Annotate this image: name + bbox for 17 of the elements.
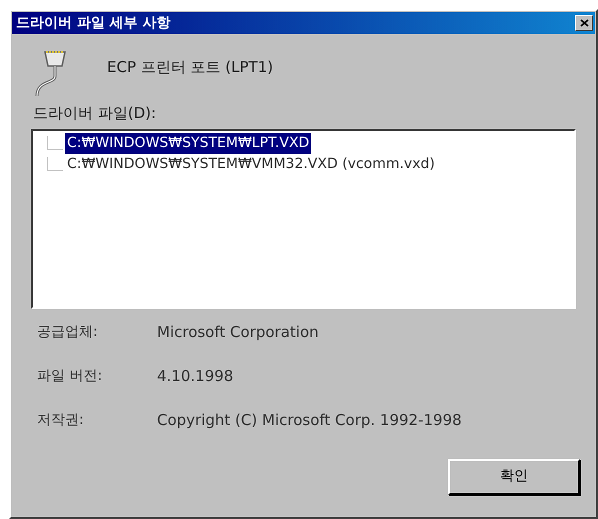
window-title: 드라이버 파일 세부 사항 xyxy=(16,14,171,32)
detail-label: 파일 버전: xyxy=(37,367,104,386)
device-name: ECP 프린터 포트 (LPT1) xyxy=(107,56,274,78)
tree-connector-icon xyxy=(47,157,63,171)
driver-file-list[interactable]: C:₩WINDOWS₩SYSTEM₩LPT.VXD C:₩WINDOWS₩SYSTEM₩VMM32.VXD (vcomm.vxd) xyxy=(31,128,576,308)
close-icon xyxy=(580,19,588,27)
detail-label: 저작권: xyxy=(37,411,85,430)
file-list-item[interactable]: C:₩WINDOWS₩SYSTEM₩VMM32.VXD (vcomm.vxd) xyxy=(65,154,437,174)
detail-value: Microsoft Corporation xyxy=(157,322,319,344)
ok-button[interactable]: 확인 xyxy=(448,458,580,494)
file-list-item[interactable]: C:₩WINDOWS₩SYSTEM₩LPT.VXD xyxy=(65,132,312,154)
tree-connector-icon xyxy=(47,136,63,150)
detail-label: 공급업체: xyxy=(37,323,99,342)
detail-value: Copyright (C) Microsoft Corp. 1992-1998 xyxy=(157,410,462,432)
close-button[interactable] xyxy=(575,15,593,31)
driver-files-label: 드라이버 파일(D): xyxy=(33,103,156,124)
detail-value: 4.10.1998 xyxy=(157,366,234,388)
